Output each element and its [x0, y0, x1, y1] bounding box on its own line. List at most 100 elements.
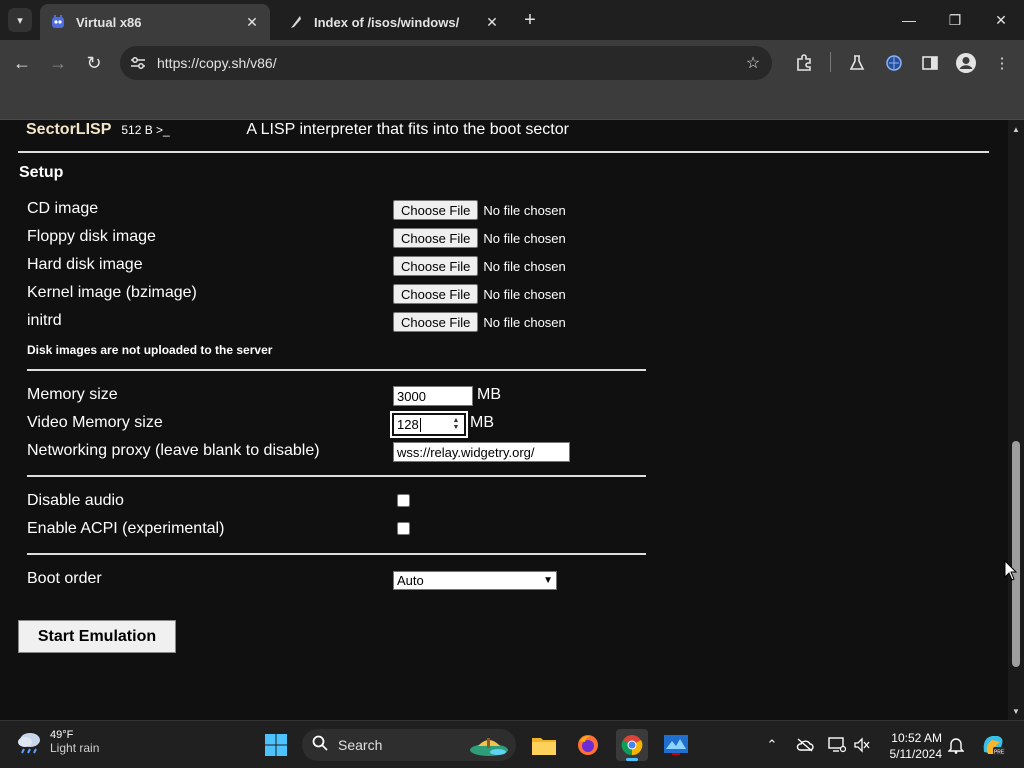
os-name[interactable]: SectorLISP	[26, 121, 111, 139]
close-tab-icon[interactable]: ✕	[484, 14, 500, 30]
tab-index-isos-windows[interactable]: Index of /isos/windows/ ✕	[278, 4, 510, 40]
page-viewport: SectorLISP 512 B >_ A LISP interpreter t…	[0, 120, 1008, 720]
weather-temperature: 49°F	[50, 729, 74, 741]
onedrive-offline-icon[interactable]	[795, 735, 815, 755]
close-tab-icon[interactable]: ✕	[244, 14, 260, 30]
divider	[27, 553, 646, 555]
hard-disk-image-label: Hard disk image	[27, 256, 143, 273]
boot-order-label: Boot order	[27, 570, 102, 587]
volume-muted-icon[interactable]	[852, 735, 872, 755]
rain-cloud-icon	[18, 733, 40, 754]
taskbar-search-box[interactable]: Search	[302, 729, 516, 761]
extensions-icon[interactable]	[792, 51, 816, 75]
url-text: https://copy.sh/v86/	[157, 55, 277, 71]
tab-search-menu-button[interactable]: ▾	[8, 8, 32, 32]
page-scrollbar[interactable]: ▲ ▼	[1008, 120, 1024, 720]
memory-size-input[interactable]: 3000	[393, 386, 473, 406]
windows-taskbar: 49°F Light rain Search ⌃ 10:52 AM 5/11/2…	[0, 720, 1024, 768]
choose-file-button[interactable]: Choose File	[393, 228, 479, 248]
copilot-icon[interactable]: PRE	[980, 732, 1006, 758]
hard-disk-image-file-input[interactable]: Choose File No file chosen	[393, 256, 566, 276]
weather-widget[interactable]: 49°F Light rain	[16, 729, 99, 755]
forward-button[interactable]: →	[46, 51, 70, 75]
profile-avatar-icon[interactable]	[954, 51, 978, 75]
divider	[27, 369, 646, 371]
show-hidden-icons-chevron-icon[interactable]: ⌃	[762, 735, 782, 755]
scroll-up-arrow-icon[interactable]: ▲	[1011, 124, 1021, 134]
file-status: No file chosen	[483, 314, 566, 330]
system-clock[interactable]: 10:52 AM 5/11/2024	[880, 730, 943, 762]
floppy-image-file-input[interactable]: Choose File No file chosen	[393, 228, 566, 248]
choose-file-button[interactable]: Choose File	[393, 256, 479, 276]
chevron-down-icon: ▾	[17, 14, 23, 27]
extension-globe-icon[interactable]	[882, 51, 906, 75]
boot-order-select[interactable]: Auto ▼	[393, 571, 557, 590]
number-spinner-icon[interactable]: ▲ ▼	[451, 417, 461, 432]
scrollbar-thumb[interactable]	[1012, 441, 1020, 667]
initrd-label: initrd	[27, 312, 62, 329]
arrow-left-icon: ←	[13, 52, 31, 73]
arrow-right-icon: →	[49, 52, 67, 73]
back-button[interactable]: ←	[10, 51, 34, 75]
windows-logo-icon	[265, 734, 287, 756]
pre-badge: PRE	[994, 750, 1005, 756]
close-icon: ✕	[995, 11, 1007, 28]
kebab-menu-icon[interactable]: ⋮	[990, 51, 1014, 75]
notification-bell-icon[interactable]	[946, 735, 966, 755]
address-bar[interactable]: https://copy.sh/v86/ ☆	[120, 46, 772, 80]
file-explorer-taskbar-icon[interactable]	[528, 729, 560, 761]
video-memory-size-label: Video Memory size	[27, 414, 163, 431]
bookmark-star-icon[interactable]: ☆	[742, 52, 764, 74]
tab-virtual-x86[interactable]: Virtual x86 ✕	[40, 4, 270, 40]
kernel-image-file-input[interactable]: Choose File No file chosen	[393, 284, 566, 304]
tab-title: Index of /isos/windows/	[314, 14, 460, 30]
scroll-down-arrow-icon[interactable]: ▼	[1011, 706, 1021, 716]
labs-flask-icon[interactable]	[845, 51, 869, 75]
os-size: 512 B >_	[121, 123, 170, 137]
network-display-icon[interactable]	[827, 735, 847, 755]
choose-file-button[interactable]: Choose File	[393, 312, 479, 332]
active-app-indicator	[626, 758, 638, 761]
chrome-taskbar-icon[interactable]	[616, 729, 648, 761]
video-memory-size-input[interactable]: 128 ▲ ▼	[390, 411, 468, 438]
kernel-image-label: Kernel image (bzimage)	[27, 284, 197, 301]
toolbar-spacer	[0, 86, 1024, 120]
file-status: No file chosen	[483, 230, 566, 246]
reload-button[interactable]: ↻	[82, 51, 106, 75]
weather-condition: Light rain	[50, 741, 100, 755]
clock-date: 5/11/2024	[889, 747, 943, 761]
initrd-file-input[interactable]: Choose File No file chosen	[393, 312, 566, 332]
choose-file-button[interactable]: Choose File	[393, 200, 479, 220]
cd-image-file-input[interactable]: Choose File No file chosen	[393, 200, 566, 220]
plus-icon: +	[524, 8, 536, 31]
disable-audio-checkbox[interactable]	[397, 494, 410, 507]
search-icon	[312, 735, 328, 756]
enable-acpi-label: Enable ACPI (experimental)	[27, 520, 225, 537]
enable-acpi-checkbox[interactable]	[397, 522, 410, 535]
file-status: No file chosen	[483, 202, 566, 218]
clock-time: 10:52 AM	[891, 731, 942, 745]
remote-app-taskbar-icon[interactable]	[660, 729, 692, 761]
choose-file-button[interactable]: Choose File	[393, 284, 479, 304]
search-label: Search	[338, 737, 383, 753]
start-button[interactable]	[260, 729, 292, 761]
mouse-cursor-icon	[1004, 560, 1018, 581]
start-emulation-button[interactable]: Start Emulation	[18, 620, 176, 653]
floppy-image-label: Floppy disk image	[27, 228, 156, 245]
restore-button[interactable]: ❐	[941, 6, 969, 34]
text-caret	[419, 417, 421, 432]
site-info-icon[interactable]	[128, 53, 148, 73]
video-memory-value: 128	[397, 417, 419, 432]
memory-size-label: Memory size	[27, 386, 118, 403]
disk-upload-note: Disk images are not uploaded to the serv…	[27, 343, 273, 357]
minimize-button[interactable]: —	[895, 6, 923, 34]
divider	[27, 475, 646, 477]
cd-image-label: CD image	[27, 200, 99, 217]
tab-strip: ▾ Virtual x86 ✕ Index of /isos/windows/ …	[0, 0, 1024, 40]
networking-proxy-input[interactable]: wss://relay.widgetry.org/	[393, 442, 570, 462]
new-tab-button[interactable]: +	[519, 9, 541, 31]
os-list-item[interactable]: SectorLISP 512 B >_ A LISP interpreter t…	[26, 121, 569, 141]
close-window-button[interactable]: ✕	[987, 6, 1015, 34]
firefox-taskbar-icon[interactable]	[572, 729, 604, 761]
side-panel-icon[interactable]	[918, 51, 942, 75]
